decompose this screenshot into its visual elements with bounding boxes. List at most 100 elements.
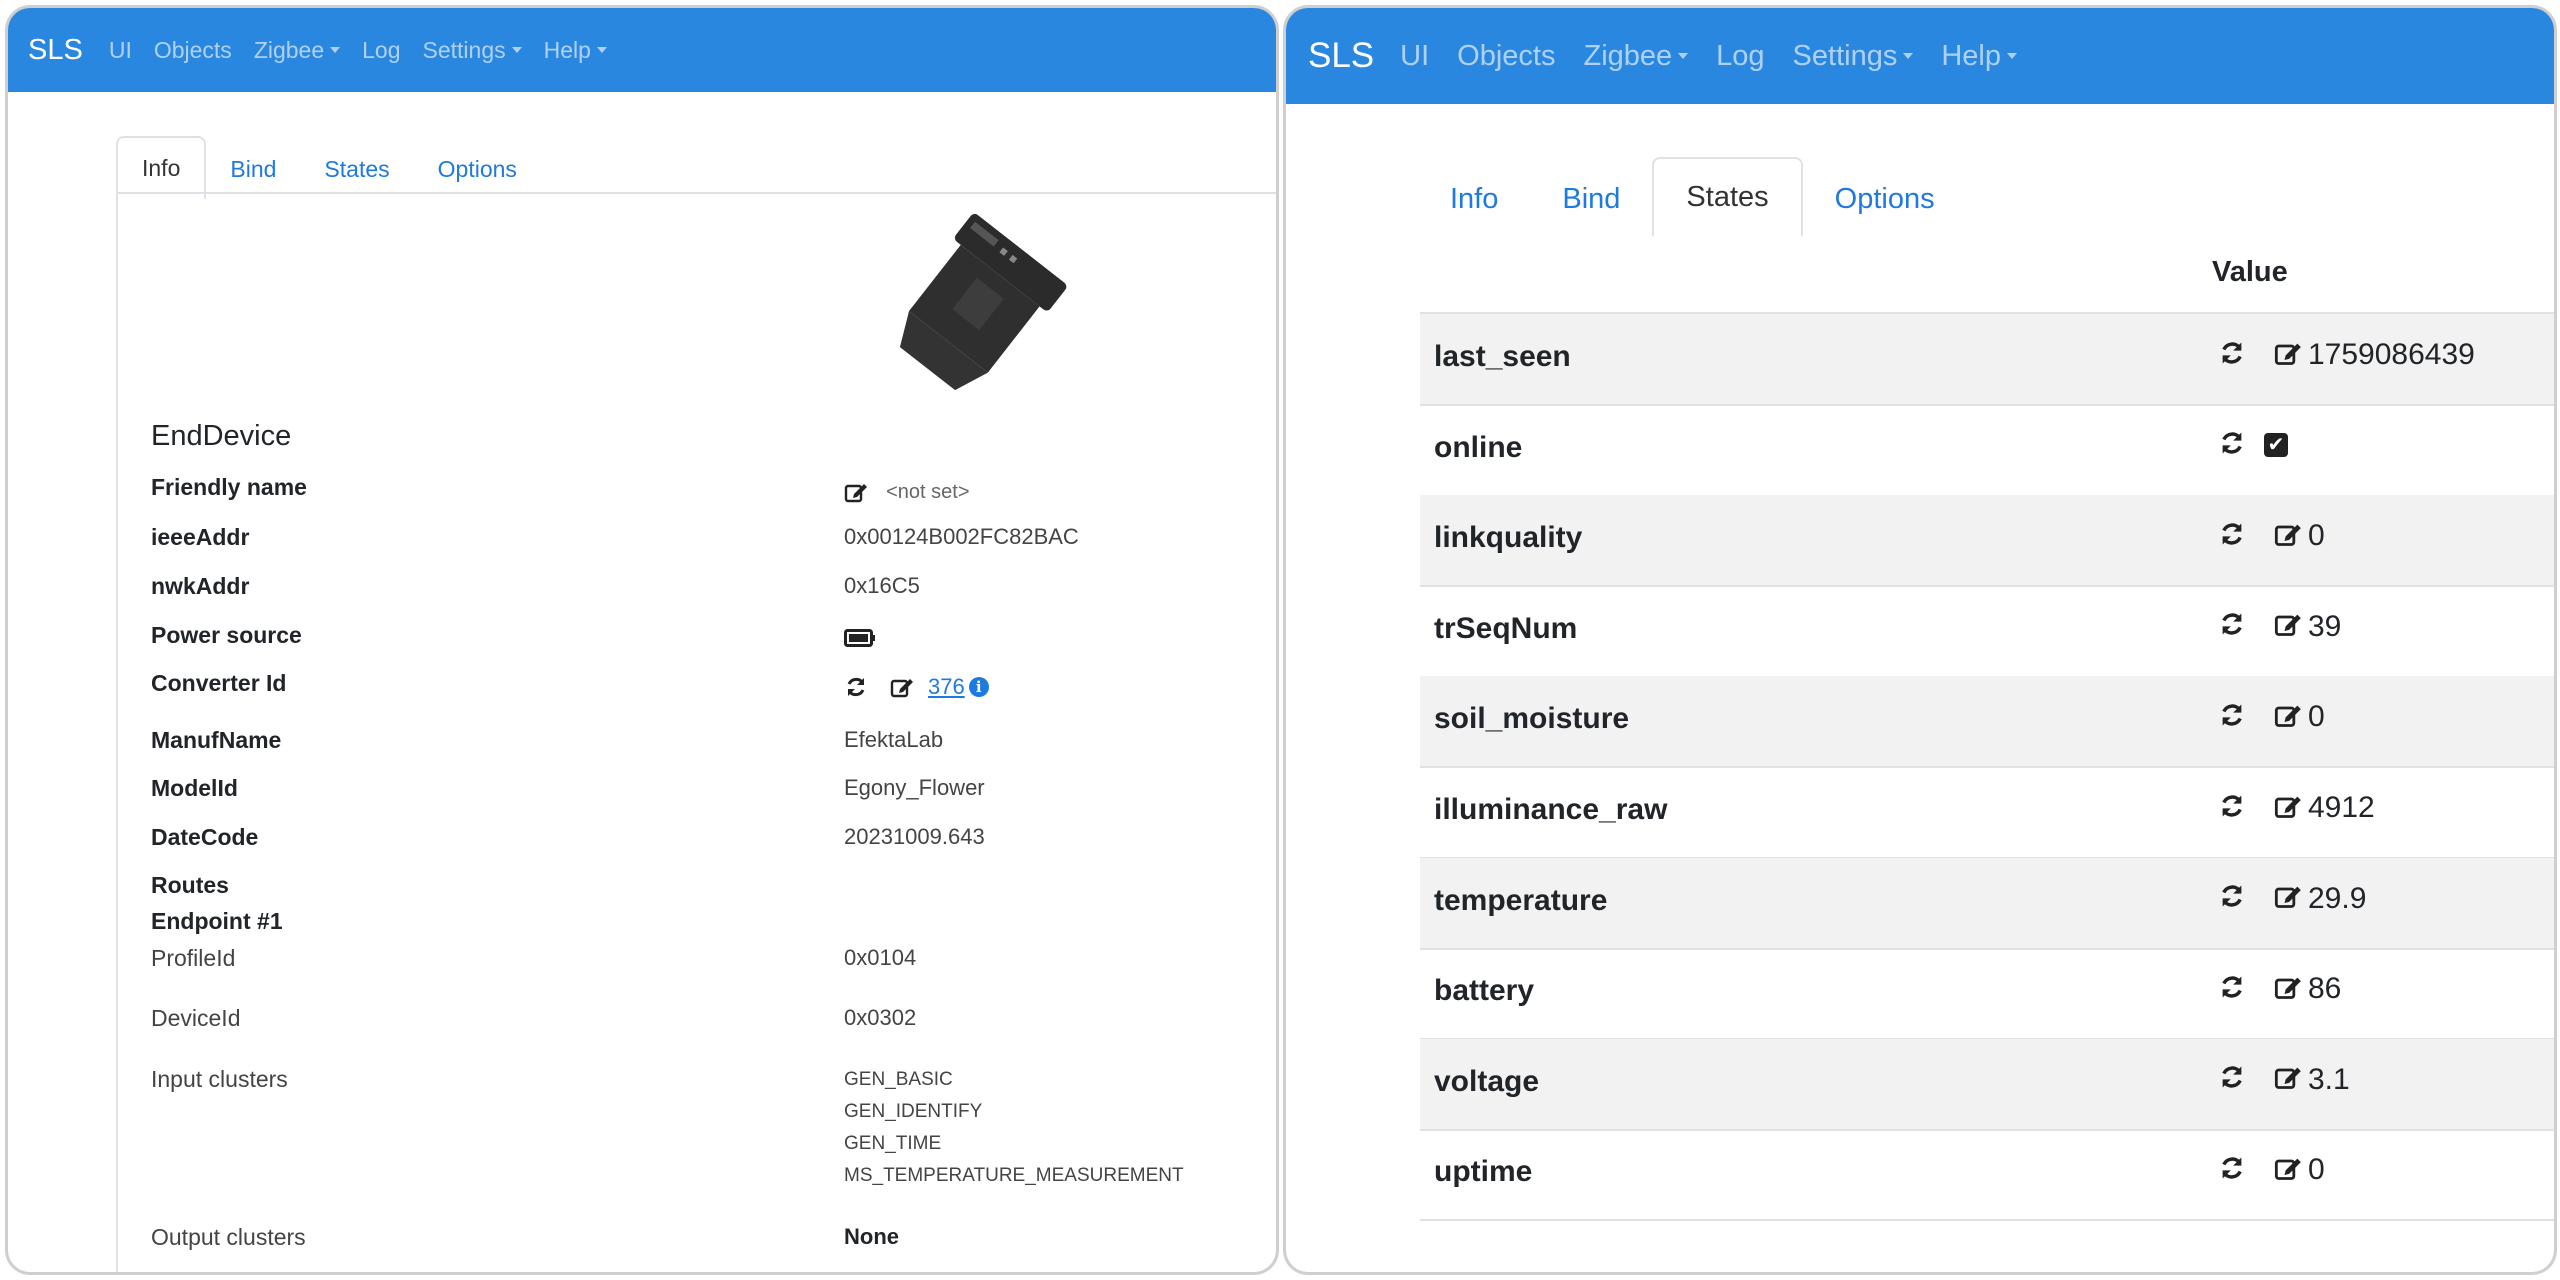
navbar: SLS UI Objects Zigbee Log Settings Help — [1286, 8, 2554, 104]
refresh-icon[interactable] — [2218, 973, 2246, 1006]
refresh-icon[interactable] — [2218, 882, 2246, 915]
input-clusters-list: GEN_BASIC GEN_IDENTIFY GEN_TIME MS_TEMPE… — [844, 1064, 1184, 1192]
refresh-icon[interactable] — [2218, 610, 2246, 643]
nav-item-objects-label: Objects — [1457, 39, 1556, 72]
nav-item-settings-label: Settings — [422, 36, 506, 63]
endpoint-key: Endpoint #1 — [151, 908, 283, 934]
ieee-addr-key: ieeeAddr — [151, 524, 250, 550]
navbar-brand[interactable]: SLS — [1308, 36, 1374, 76]
refresh-icon[interactable] — [2218, 701, 2246, 734]
nav-item-objects[interactable]: Objects — [1457, 40, 1555, 73]
nav-item-help[interactable]: Help — [544, 37, 607, 64]
battery-icon — [844, 629, 875, 648]
edit-icon[interactable] — [2274, 1154, 2302, 1187]
output-clusters-key: Output clusters — [151, 1224, 306, 1250]
state-value: 29.9 — [2308, 881, 2367, 915]
state-row-last-seen: last_seen 1759086439 — [1420, 314, 2554, 406]
state-actions: ✔ — [2218, 429, 2288, 462]
edit-icon[interactable] — [2274, 1063, 2302, 1096]
online-checkbox[interactable]: ✔ — [2264, 433, 2288, 458]
nav-item-log[interactable]: Log — [1716, 40, 1764, 73]
edit-icon[interactable] — [890, 675, 914, 699]
edit-icon[interactable] — [2274, 792, 2302, 825]
edit-icon[interactable] — [2274, 882, 2302, 915]
edit-icon[interactable] — [2274, 520, 2302, 553]
refresh-icon[interactable] — [2218, 792, 2246, 825]
state-name: linkquality — [1434, 521, 1583, 555]
state-value: 0 — [2308, 519, 2325, 553]
output-clusters-value: None — [844, 1224, 899, 1249]
nav-item-zigbee[interactable]: Zigbee — [253, 36, 341, 64]
nav-item-settings[interactable]: Settings — [423, 37, 522, 64]
tab-states[interactable]: States — [300, 138, 413, 200]
refresh-icon[interactable] — [844, 675, 868, 699]
states-table: Value last_seen 1759086439 online ✔ linkqual… — [1420, 234, 2554, 1234]
state-name: soil_moisture — [1434, 702, 1630, 736]
nav-item-objects-label: Objects — [153, 36, 232, 63]
nav-item-objects[interactable]: Objects — [154, 37, 232, 64]
nav-item-help[interactable]: Help — [1941, 40, 2017, 73]
refresh-icon[interactable] — [2218, 429, 2246, 462]
state-name: trSeqNum — [1434, 611, 1578, 645]
navbar-brand[interactable]: SLS — [28, 34, 83, 67]
state-actions: 1759086439 — [2218, 338, 2475, 372]
nav-item-log[interactable]: Log — [362, 37, 400, 64]
state-actions: 29.9 — [2218, 882, 2366, 916]
tab-info[interactable]: Info — [116, 136, 207, 200]
tab-bind[interactable]: Bind — [206, 138, 300, 200]
nav-item-log-label: Log — [1716, 39, 1765, 72]
nwk-addr-key: nwkAddr — [151, 573, 250, 599]
nav-item-ui[interactable]: UI — [109, 37, 132, 64]
state-value: 1759086439 — [2308, 338, 2475, 371]
edit-icon[interactable] — [844, 480, 868, 504]
refresh-icon[interactable] — [2218, 339, 2246, 372]
state-value: 0 — [2308, 700, 2325, 734]
table-header: Value — [1420, 234, 2554, 314]
nav-item-ui[interactable]: UI — [1400, 40, 1429, 73]
refresh-icon[interactable] — [2218, 1154, 2246, 1187]
edit-icon[interactable] — [2274, 339, 2302, 372]
tab-bind[interactable]: Bind — [1530, 161, 1652, 237]
device-image — [899, 213, 1067, 391]
refresh-icon[interactable] — [2218, 1063, 2246, 1096]
state-value: 4912 — [2308, 791, 2375, 824]
info-panel: EndDevice Friendly name <not set> ieeeAd… — [116, 192, 1276, 1272]
nav-item-log-label: Log — [362, 36, 401, 63]
caret-down-icon — [2007, 53, 2017, 59]
caret-down-icon — [330, 47, 341, 53]
nwk-addr-value: 0x16C5 — [844, 573, 920, 598]
friendly-name-key: Friendly name — [151, 474, 307, 500]
profile-id-value: 0x0104 — [844, 945, 917, 970]
cluster-item: MS_TEMPERATURE_MEASUREMENT — [844, 1165, 1184, 1186]
state-row-trSeqNum: trSeqNum 39 — [1420, 586, 2554, 678]
left-window: SLS UI Objects Zigbee Log Settings Help … — [8, 8, 1276, 1272]
edit-icon[interactable] — [2274, 701, 2302, 734]
tab-states[interactable]: States — [1652, 157, 1803, 237]
nav-item-zigbee-label: Zigbee — [253, 36, 325, 63]
tab-options[interactable]: Options — [414, 138, 541, 200]
navbar: SLS UI Objects Zigbee Log Settings Help — [8, 8, 1276, 92]
edit-icon[interactable] — [2274, 973, 2302, 1006]
cluster-item: GEN_BASIC — [844, 1069, 953, 1090]
tab-info[interactable]: Info — [1418, 161, 1530, 237]
state-name: uptime — [1434, 1155, 1533, 1189]
state-value: 0 — [2308, 1153, 2325, 1187]
nav-item-settings[interactable]: Settings — [1793, 40, 1914, 73]
routes-key: Routes — [151, 872, 229, 898]
nav-item-zigbee[interactable]: Zigbee — [1583, 40, 1689, 73]
right-window: SLS UI Objects Zigbee Log Settings Help … — [1286, 8, 2554, 1272]
state-row-temperature: temperature 29.9 — [1420, 857, 2554, 950]
cluster-item: GEN_TIME — [844, 1133, 942, 1154]
model-id-key: ModelId — [151, 775, 238, 801]
edit-icon[interactable] — [2274, 610, 2302, 643]
tab-options[interactable]: Options — [1803, 161, 1967, 237]
info-icon[interactable]: i — [968, 677, 989, 697]
friendly-name-value[interactable]: <not set> — [886, 481, 969, 503]
state-row-uptime: uptime 0 — [1420, 1129, 2554, 1222]
converter-id-link[interactable]: 376 — [928, 674, 965, 700]
converter-id-key: Converter Id — [151, 670, 287, 696]
state-actions: 4912 — [2218, 791, 2375, 825]
caret-down-icon — [596, 47, 607, 53]
refresh-icon[interactable] — [2218, 520, 2246, 553]
state-row-illuminance-raw: illuminance_raw 4912 — [1420, 767, 2554, 859]
